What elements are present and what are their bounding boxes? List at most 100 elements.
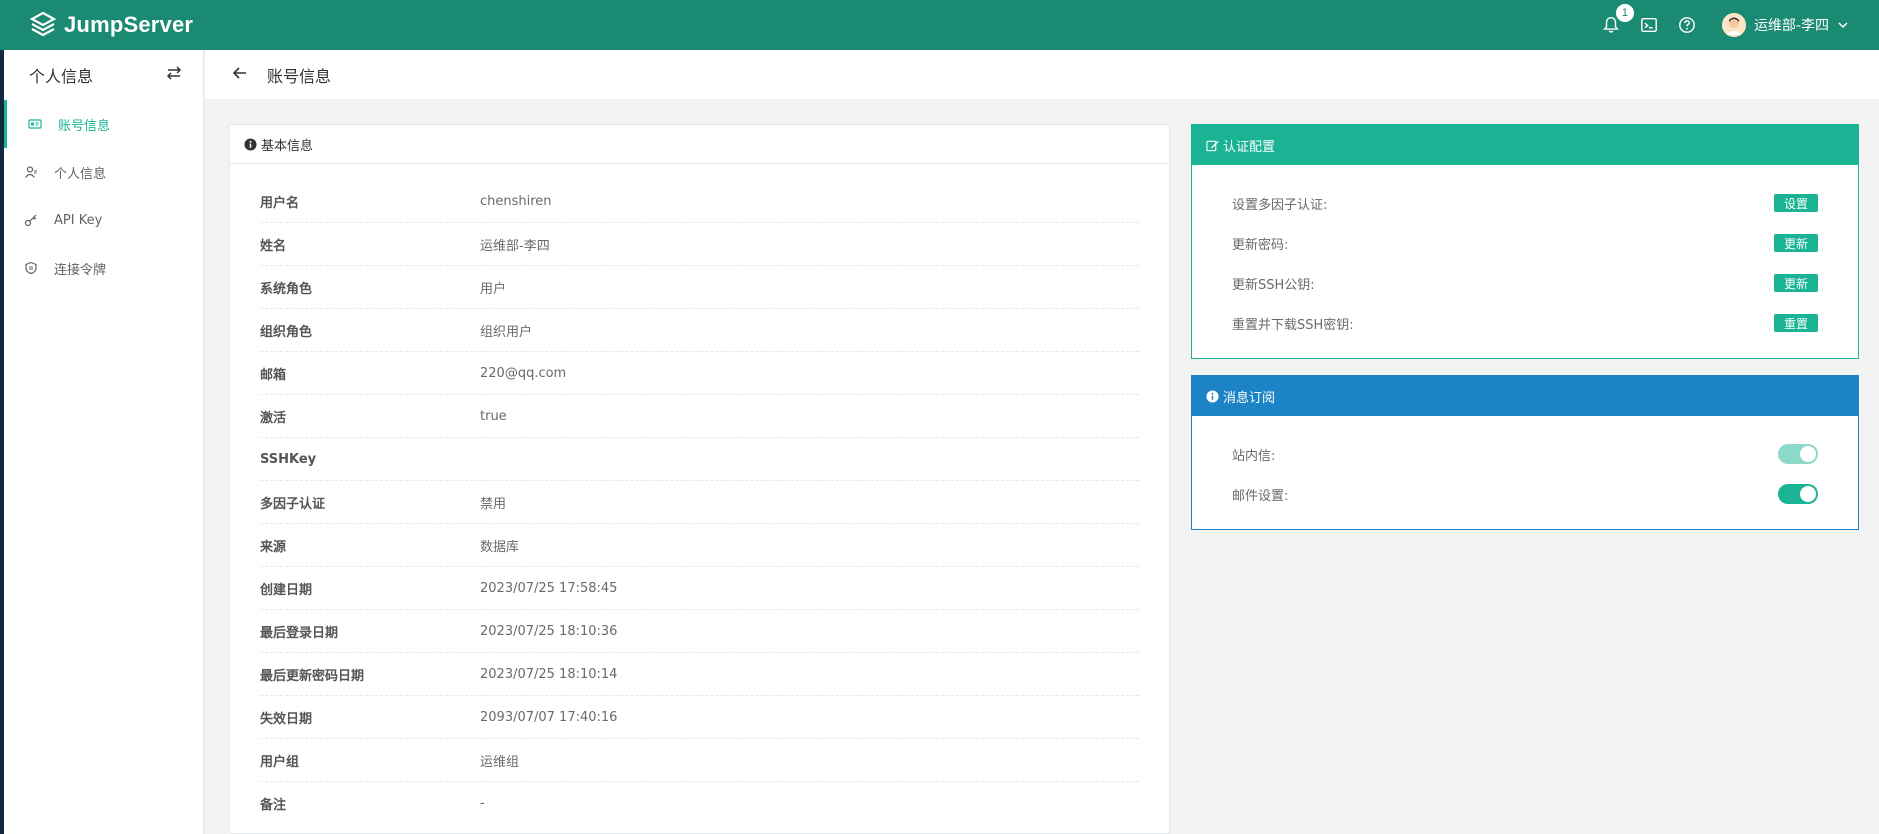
- basic-info-list: 用户名 chenshiren 姓名 运维部-李四 系统角色 用户 组织角色 组织…: [230, 180, 1169, 825]
- info-label: 用户组: [260, 754, 300, 770]
- sidebar-item-personal-info[interactable]: 个人信息: [4, 148, 203, 196]
- update-password-button[interactable]: 更新: [1773, 234, 1818, 252]
- sidebar-item-account-info[interactable]: 账号信息: [4, 100, 203, 148]
- info-label: 激活: [260, 410, 287, 426]
- info-value: true: [480, 408, 507, 424]
- swap-arrows-icon: [166, 66, 182, 80]
- info-row-comment: 备注 -: [260, 782, 1139, 825]
- auth-config-list: 设置多因子认证: 设置 更新密码: 更新 更新SSH公钥: 更新 重置并下载SS…: [1192, 165, 1858, 343]
- info-value: 数据库: [480, 539, 520, 555]
- auth-label: 重置并下载SSH密钥:: [1232, 317, 1354, 333]
- auth-config-card-header: 认证配置: [1192, 125, 1858, 165]
- question-circle-icon: [1679, 17, 1695, 33]
- info-label: 系统角色: [260, 281, 313, 297]
- token-icon: [25, 261, 37, 275]
- info-circle-icon: [244, 137, 257, 151]
- sidebar-item-label: 账号信息: [58, 118, 111, 134]
- info-label: 多因子认证: [260, 496, 326, 512]
- info-value: 2023/07/25 18:10:36: [480, 623, 618, 639]
- subscription-label: 邮件设置:: [1232, 488, 1289, 504]
- info-label: 创建日期: [260, 582, 313, 598]
- top-navbar: JumpServer 1 运维部-李四: [0, 0, 1879, 50]
- info-circle-icon: [1206, 389, 1219, 403]
- back-button[interactable]: [231, 64, 249, 86]
- info-row-email: 邮箱 220@qq.com: [260, 352, 1139, 395]
- page-title: 账号信息: [267, 66, 332, 86]
- sidebar-item-connection-token[interactable]: 连接令牌: [4, 244, 203, 292]
- reset-ssh-key-button[interactable]: 重置: [1773, 314, 1818, 332]
- info-value: 220@qq.com: [480, 365, 567, 381]
- message-subscription-card: 消息订阅 站内信: 邮件设置:: [1191, 375, 1859, 530]
- auth-row-reset-ssh-key: 重置并下载SSH密钥: 重置: [1192, 303, 1858, 343]
- info-value: 禁用: [480, 496, 507, 512]
- info-label: 组织角色: [260, 324, 313, 340]
- info-label: 邮箱: [260, 367, 287, 383]
- help-button[interactable]: [1676, 14, 1698, 36]
- info-value: -: [480, 796, 485, 811]
- info-label: 最后更新密码日期: [260, 668, 365, 684]
- user-name: 运维部-李四: [1753, 18, 1829, 34]
- info-label: 姓名: [260, 238, 287, 254]
- app-name: JumpServer: [64, 12, 194, 37]
- info-row-username: 用户名 chenshiren: [260, 180, 1139, 223]
- setup-mfa-button[interactable]: 设置: [1773, 194, 1818, 212]
- sidebar-item-label: API Key: [54, 212, 103, 228]
- sidebar-item-label: 个人信息: [54, 166, 107, 182]
- arrow-left-icon: [232, 66, 246, 79]
- update-ssh-key-button[interactable]: 更新: [1773, 274, 1818, 292]
- user-icon: [25, 166, 37, 178]
- site-message-toggle[interactable]: [1778, 444, 1818, 464]
- key-icon: [24, 214, 37, 227]
- info-label: SSHKey: [260, 451, 317, 467]
- auth-label: 更新密码:: [1232, 237, 1289, 253]
- info-label: 失效日期: [260, 711, 313, 727]
- info-row-user-group: 用户组 运维组: [260, 739, 1139, 782]
- switch-view-button[interactable]: [165, 64, 183, 86]
- info-value: 组织用户: [480, 324, 533, 340]
- notification-count-badge: 1: [1615, 4, 1634, 22]
- info-label: 最后登录日期: [260, 625, 339, 641]
- auth-row-mfa: 设置多因子认证: 设置: [1192, 183, 1858, 223]
- info-label: 来源: [260, 539, 287, 555]
- app-logo[interactable]: JumpServer: [28, 10, 193, 40]
- basic-info-card-header: 基本信息: [230, 125, 1169, 164]
- edit-icon: [1206, 140, 1219, 151]
- terminal-icon: [1641, 17, 1657, 33]
- info-value: 运维部-李四: [480, 238, 550, 254]
- info-value: 2023/07/25 17:58:45: [480, 580, 618, 596]
- info-label: 备注: [260, 798, 287, 813]
- info-row-mfa: 多因子认证 禁用: [260, 481, 1139, 524]
- page-header: 账号信息: [205, 50, 1879, 100]
- info-row-active: 激活 true: [260, 395, 1139, 438]
- user-dropdown[interactable]: 运维部-李四: [1721, 13, 1849, 37]
- subscription-list: 站内信: 邮件设置:: [1192, 416, 1858, 514]
- chevron-down-icon: [1838, 22, 1848, 29]
- sidebar-item-api-key[interactable]: API Key: [4, 196, 203, 244]
- toggle-knob: [1800, 486, 1816, 502]
- info-row-name: 姓名 运维部-李四: [260, 223, 1139, 266]
- info-row-last-login: 最后登录日期 2023/07/25 18:10:36: [260, 610, 1139, 653]
- sidebar-title: 个人信息: [29, 67, 94, 86]
- auth-config-card: 认证配置 设置多因子认证: 设置 更新密码: 更新 更新SSH公钥: 更新 重置…: [1191, 124, 1859, 359]
- id-card-icon: [28, 119, 42, 129]
- auth-row-ssh-public-key: 更新SSH公钥: 更新: [1192, 263, 1858, 303]
- info-value: 2023/07/25 18:10:14: [480, 666, 618, 682]
- subscription-card-header: 消息订阅: [1192, 376, 1858, 416]
- info-row-expire-date: 失效日期 2093/07/07 17:40:16: [260, 696, 1139, 739]
- subscription-label: 站内信:: [1232, 448, 1276, 464]
- avatar: [1721, 13, 1746, 37]
- info-value: 运维组: [480, 754, 520, 770]
- info-row-system-role: 系统角色 用户: [260, 266, 1139, 309]
- subscription-row-email: 邮件设置:: [1192, 474, 1858, 514]
- auth-label: 更新SSH公钥:: [1232, 277, 1315, 293]
- basic-info-title: 基本信息: [261, 138, 314, 154]
- info-row-password-updated: 最后更新密码日期 2023/07/25 18:10:14: [260, 653, 1139, 696]
- email-toggle[interactable]: [1778, 484, 1818, 504]
- info-row-org-role: 组织角色 组织用户: [260, 309, 1139, 352]
- notification-bell[interactable]: 1: [1600, 4, 1634, 36]
- info-value: 2093/07/07 17:40:16: [480, 709, 618, 725]
- basic-info-card: 基本信息 用户名 chenshiren 姓名 运维部-李四 系统角色 用户 组织…: [229, 124, 1170, 834]
- web-terminal-button[interactable]: [1638, 14, 1660, 36]
- sidebar-item-label: 连接令牌: [54, 262, 107, 278]
- sidebar: 个人信息 账号信息 个人信息 API Key 连接令牌: [4, 50, 204, 834]
